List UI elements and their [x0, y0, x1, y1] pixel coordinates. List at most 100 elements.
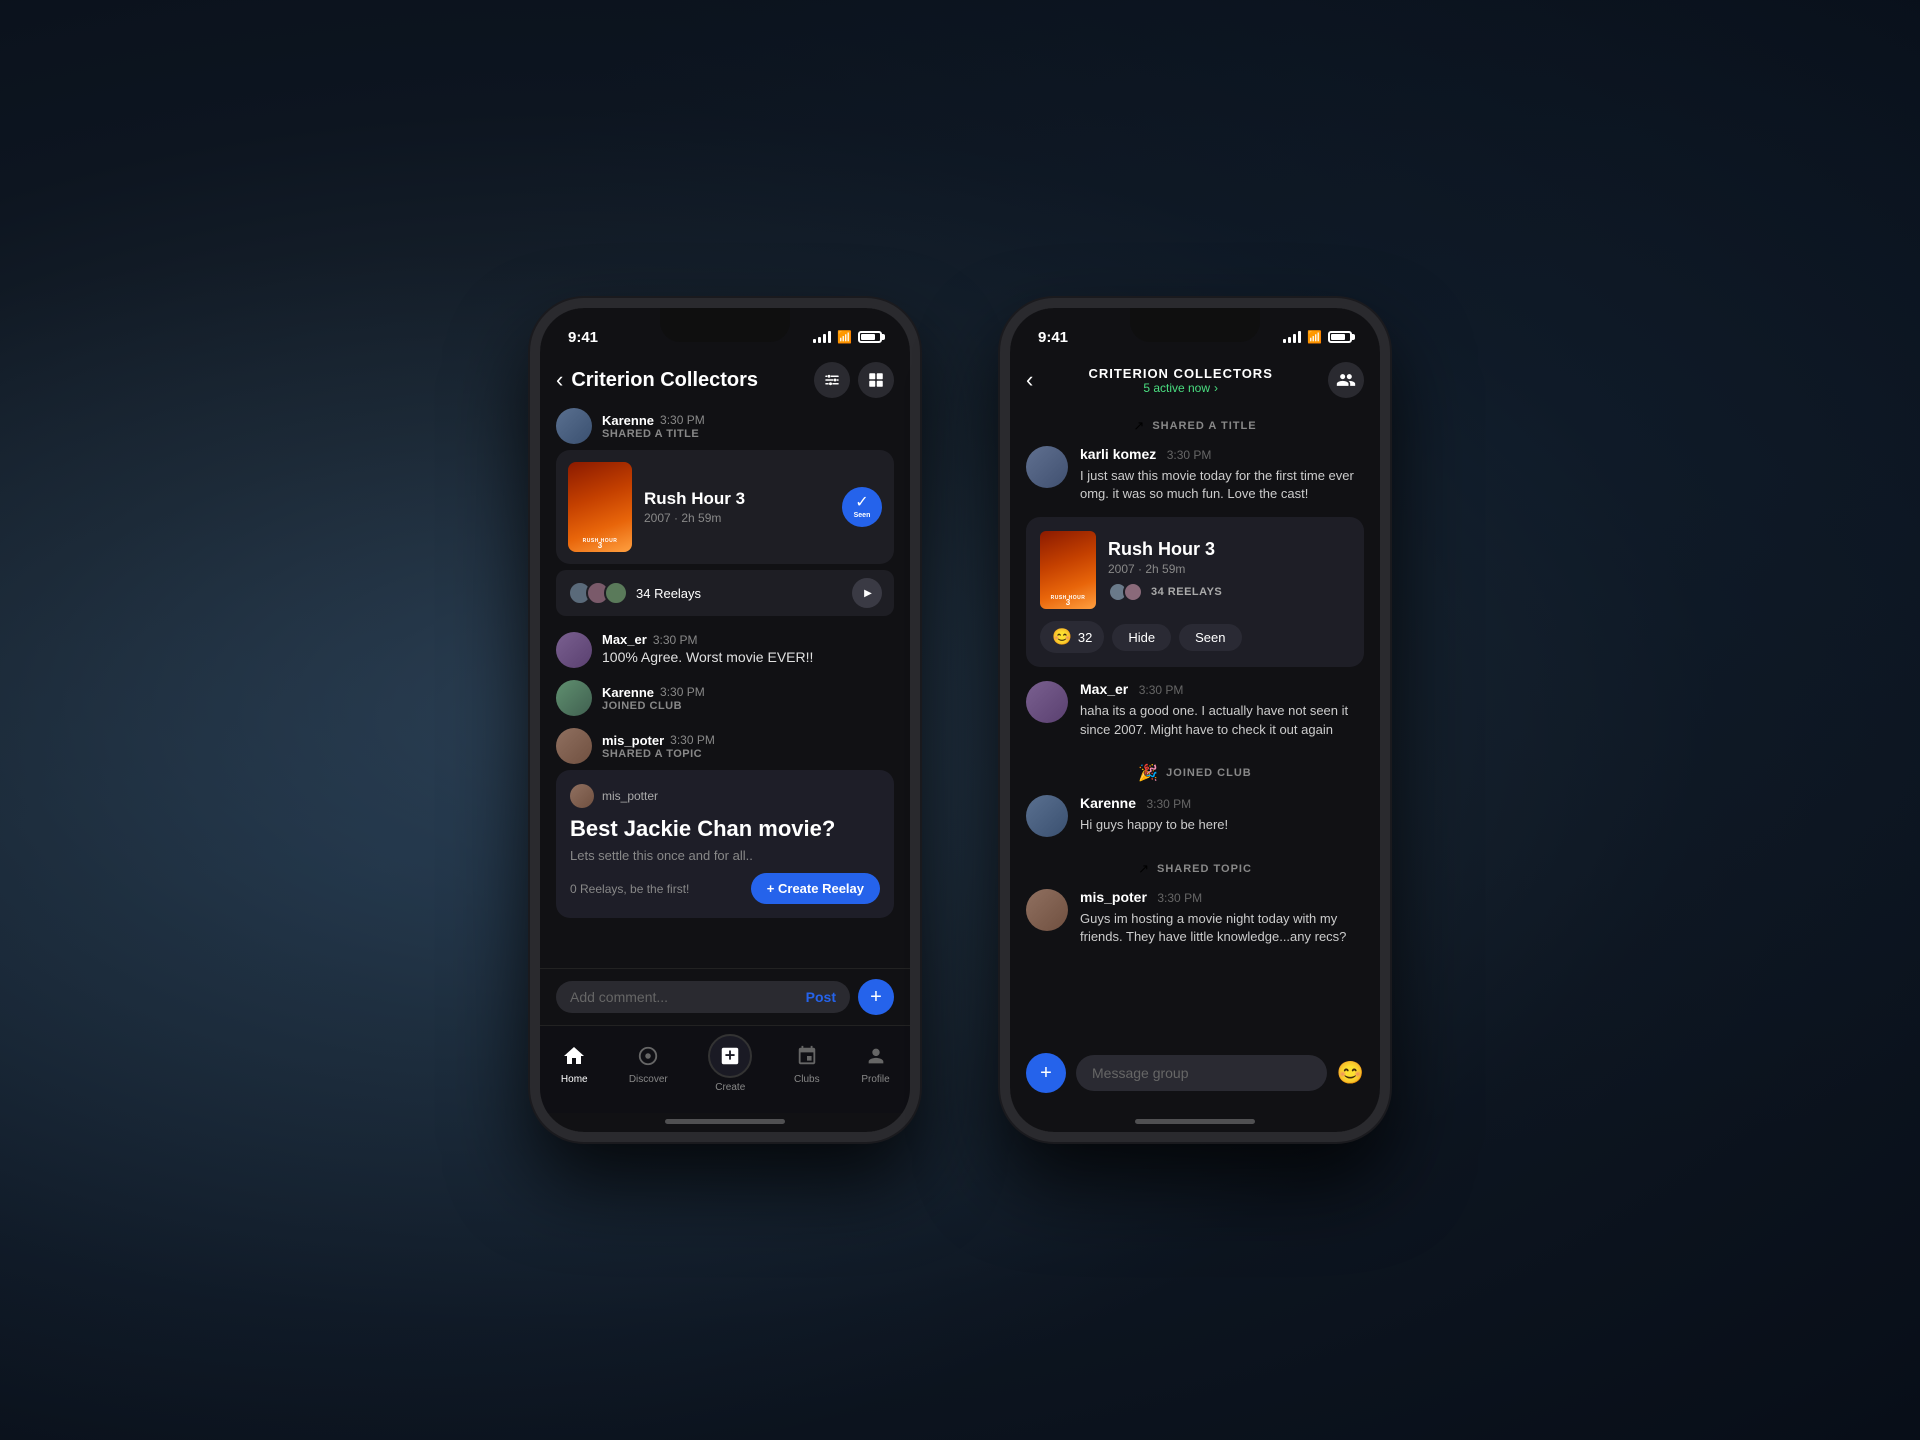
- nav-label-create: Create: [715, 1082, 745, 1093]
- username-karenne-detail: Karenne: [1080, 795, 1136, 811]
- reaction-pill[interactable]: 😊 32: [1040, 621, 1104, 653]
- detail-movie-top: Rush Hour 3 2007 · 2h 59m 34 REELAYS: [1040, 531, 1350, 609]
- timestamp-karli: 3:30 PM: [1167, 448, 1212, 462]
- nav-item-home[interactable]: Home: [560, 1042, 588, 1085]
- comment-text-karenne: Hi guys happy to be here!: [1080, 816, 1228, 834]
- home-icon: [560, 1042, 588, 1070]
- timestamp-mispoter-detail: 3:30 PM: [1157, 891, 1202, 905]
- feed-item-shared-title: Karenne 3:30 PM SHARED A TITLE Rush Hour…: [556, 408, 894, 616]
- seen-badge[interactable]: ✓ Seen: [842, 487, 882, 527]
- comment-text-karli: I just saw this movie today for the firs…: [1080, 467, 1364, 503]
- avatar-maxer-2: [1026, 681, 1068, 723]
- nav-item-create[interactable]: Create: [708, 1034, 752, 1093]
- feed-user-row-4: mis_poter 3:30 PM SHARED A TOPIC: [556, 728, 894, 764]
- username-row-2: Max_er 3:30 PM: [602, 632, 813, 647]
- reelays-row-1[interactable]: 34 Reelays: [556, 570, 894, 616]
- play-button-1[interactable]: [852, 578, 882, 608]
- message-input[interactable]: Message group: [1076, 1055, 1327, 1091]
- detail-feed: ↗ SHARED A TITLE karli komez 3:30 PM I j…: [1010, 408, 1380, 1043]
- phone-notch: [660, 308, 790, 342]
- back-button[interactable]: ‹: [556, 367, 563, 393]
- seen-label: Seen: [854, 512, 871, 519]
- timestamp-1: 3:30 PM: [660, 413, 705, 427]
- active-now-text: 5 active now: [1143, 381, 1210, 395]
- add-fab-button[interactable]: +: [858, 979, 894, 1015]
- share-icon-2: ↗: [1138, 861, 1149, 877]
- nav-label-home: Home: [561, 1074, 588, 1085]
- phone-2: 9:41 📶 ‹ CRITERION COLLECTORS 5 activ: [1000, 298, 1390, 1142]
- reaction-emoji: 😊: [1052, 627, 1072, 647]
- topic-card[interactable]: mis_potter Best Jackie Chan movie? Lets …: [556, 770, 894, 918]
- people-button[interactable]: [1328, 362, 1364, 398]
- home-indicator-1: [665, 1119, 785, 1124]
- topic-username: mis_potter: [602, 789, 658, 803]
- avatar-maxer: [556, 632, 592, 668]
- reelays-be-first: 0 Reelays, be the first!: [570, 882, 689, 896]
- avatar-karenne-1: [556, 408, 592, 444]
- username-karli: karli komez: [1080, 446, 1156, 462]
- status-icons-2: 📶: [1283, 330, 1352, 344]
- nav-item-profile[interactable]: Profile: [861, 1042, 889, 1085]
- battery-fill: [861, 334, 875, 340]
- club-header-center: CRITERION COLLECTORS 5 active now: [1045, 366, 1316, 395]
- detail-comment-body-karli: karli komez 3:30 PM I just saw this movi…: [1080, 446, 1364, 503]
- nav-item-clubs[interactable]: Clubs: [793, 1042, 821, 1085]
- header-actions: [814, 362, 894, 398]
- user-info-4: mis_poter 3:30 PM SHARED A TOPIC: [602, 733, 715, 760]
- filter-button[interactable]: [814, 362, 850, 398]
- detail-comment-karli: karli komez 3:30 PM I just saw this movi…: [1026, 446, 1364, 503]
- username-maxer: Max_er: [602, 632, 647, 647]
- seen-button[interactable]: Seen: [1179, 624, 1241, 651]
- topic-title: Best Jackie Chan movie?: [570, 816, 880, 842]
- active-now-indicator[interactable]: 5 active now: [1045, 381, 1316, 395]
- nav-item-discover[interactable]: Discover: [629, 1042, 668, 1085]
- status-time-2: 9:41: [1038, 329, 1068, 346]
- feed-user-row-1: Karenne 3:30 PM SHARED A TITLE: [556, 408, 894, 444]
- timestamp-2: 3:30 PM: [653, 633, 698, 647]
- header-left: ‹ Criterion Collectors: [556, 367, 758, 393]
- phone2-header: ‹ CRITERION COLLECTORS 5 active now: [1010, 352, 1380, 408]
- post-button[interactable]: Post: [806, 989, 836, 1005]
- profile-icon: [862, 1042, 890, 1070]
- wifi-icon: 📶: [837, 330, 852, 344]
- hide-button[interactable]: Hide: [1112, 624, 1171, 651]
- username-mispoter: mis_poter: [602, 733, 664, 748]
- joined-section: 🎉 JOINED CLUB: [1026, 763, 1364, 783]
- movie-poster-1: [568, 462, 632, 552]
- detail-movie-info: Rush Hour 3 2007 · 2h 59m 34 REELAYS: [1108, 539, 1222, 602]
- reaction-row: 😊 32 Hide Seen: [1040, 621, 1350, 653]
- club-name-title: CRITERION COLLECTORS: [1045, 366, 1316, 381]
- movie-card-1[interactable]: Rush Hour 3 2007 · 2h 59m ✓ Seen: [556, 450, 894, 564]
- create-circle[interactable]: [708, 1034, 752, 1078]
- timestamp-3: 3:30 PM: [660, 685, 705, 699]
- back-button-2[interactable]: ‹: [1026, 367, 1033, 393]
- feed-item-shared-topic: mis_poter 3:30 PM SHARED A TOPIC mis_pot…: [556, 728, 894, 918]
- check-icon: ✓: [855, 495, 868, 511]
- message-fab-button[interactable]: +: [1026, 1053, 1066, 1093]
- battery-fill-2: [1331, 334, 1345, 340]
- detail-movie-card[interactable]: Rush Hour 3 2007 · 2h 59m 34 REELAYS: [1026, 517, 1364, 667]
- page-title-1: Criterion Collectors: [571, 369, 758, 392]
- emoji-button[interactable]: 😊: [1337, 1060, 1364, 1086]
- avatar-karenne-detail: [1026, 795, 1068, 837]
- reaction-count: 32: [1078, 630, 1092, 645]
- avatar-karenne-2: [556, 680, 592, 716]
- action-label-4: SHARED A TOPIC: [602, 748, 715, 760]
- detail-comment-karenne-2: Karenne 3:30 PM Hi guys happy to be here…: [1026, 795, 1364, 837]
- topic-subtitle: Lets settle this once and for all..: [570, 848, 880, 863]
- detail-comment-body-maxer: Max_er 3:30 PM haha its a good one. I ac…: [1080, 681, 1364, 738]
- username-mispoter-detail: mis_poter: [1080, 889, 1147, 905]
- detail-mini-av-2: [1123, 582, 1143, 602]
- detail-comment-maxer: Max_er 3:30 PM haha its a good one. I ac…: [1026, 681, 1364, 738]
- reelays-left-1: 34 Reelays: [568, 581, 701, 605]
- avatar-karli: [1026, 446, 1068, 488]
- phone-screen-2: 9:41 📶 ‹ CRITERION COLLECTORS 5 activ: [1010, 308, 1380, 1132]
- comment-input-area[interactable]: Add comment... Post: [556, 981, 850, 1013]
- user-info-1: Karenne 3:30 PM SHARED A TITLE: [602, 413, 705, 440]
- header-bar-1: ‹ Criterion Collectors: [540, 352, 910, 408]
- username-row-3: Karenne 3:30 PM: [602, 685, 705, 700]
- username-karenne-2: Karenne: [602, 685, 654, 700]
- mini-avatars-1: [568, 581, 628, 605]
- grid-button[interactable]: [858, 362, 894, 398]
- create-reelay-button[interactable]: + Create Reelay: [751, 873, 880, 904]
